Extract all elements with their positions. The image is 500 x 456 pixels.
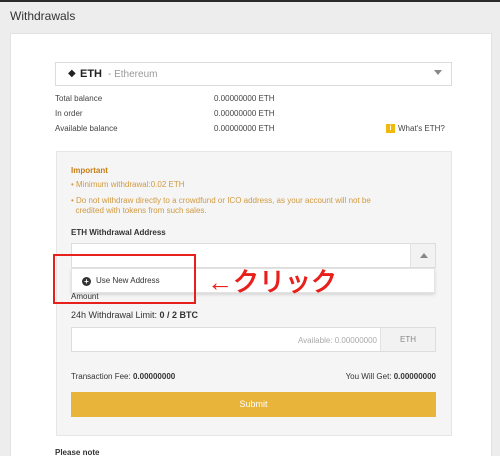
chevron-up-icon [420,253,428,258]
coin-name: - Ethereum [108,69,158,80]
whats-eth-link[interactable]: i What's ETH? [386,124,445,133]
available-balance-value: 0.00000000 ETH [214,124,275,133]
withdrawal-limit: 24h Withdrawal Limit: 0 / 2 BTC [71,310,198,320]
important-line: • Minimum withdrawal:0.02 ETH [71,180,185,189]
address-dropdown-toggle[interactable] [410,244,435,267]
total-balance-label: Total balance [55,94,103,103]
amount-input[interactable]: Available: 0.00000000 ETH [71,327,436,352]
chevron-down-icon [434,70,442,75]
important-title: Important [71,166,108,175]
transaction-fee: Transaction Fee: 0.00000000 [71,372,175,381]
unit-label: ETH [380,328,435,351]
info-icon: i [386,124,395,133]
important-line: • Do not withdraw directly to a crowdfun… [71,196,371,205]
limit-value: 0 / 2 BTC [159,310,199,320]
annotation-text: ←クリック [207,267,338,297]
get-value: 0.00000000 [393,372,436,381]
submit-button[interactable]: Submit [71,392,436,417]
whats-eth-label: What's ETH? [398,124,445,133]
top-bar [0,0,500,2]
get-label: You Will Get: [345,372,394,381]
limit-prefix: 24h Withdrawal Limit: [71,310,160,320]
in-order-label: In order [55,109,83,118]
important-line: credited with tokens from such sales. [71,206,207,215]
page-title: Withdrawals [10,9,76,23]
available-balance-label: Available balance [55,124,118,133]
ethereum-icon: ◆ [68,68,76,79]
coin-symbol: ETH [80,68,102,80]
fee-label: Transaction Fee: [71,372,133,381]
you-will-get: You Will Get: 0.00000000 [346,372,436,381]
annotation-highlight-box [53,254,196,304]
coin-select[interactable]: ◆ ETH - Ethereum [55,62,452,86]
fee-value: 0.00000000 [132,372,176,381]
address-label: ETH Withdrawal Address [71,228,166,237]
in-order-value: 0.00000000 ETH [214,109,275,118]
total-balance-value: 0.00000000 ETH [214,94,275,103]
available-placeholder: Available: 0.00000000 [297,336,377,345]
please-note-title: Please note [55,448,100,456]
